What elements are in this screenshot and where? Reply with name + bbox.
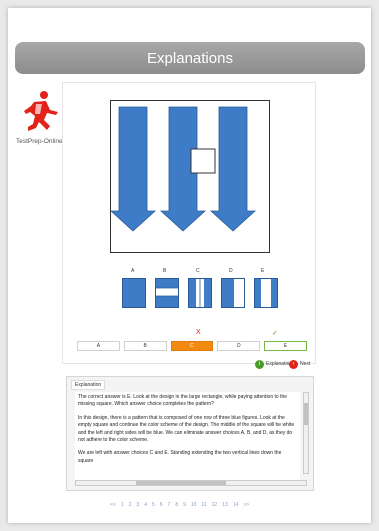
horizontal-scrollbar[interactable] [75,480,307,486]
explanation-paragraph: The correct answer is E. Look at the des… [78,394,288,408]
pager-page[interactable]: 1 [121,502,124,508]
answer-a[interactable]: A [77,341,120,351]
explanation-button[interactable]: i Explanation [255,358,292,370]
pager-prev[interactable]: << [110,502,116,508]
figure-arrow-left [109,106,157,232]
info-icon: i [255,359,264,369]
pager-page[interactable]: 3 [136,502,139,508]
pager-page[interactable]: 10 [191,502,197,508]
pager-page[interactable]: 4 [144,502,147,508]
explanation-tab[interactable]: Explanation [71,380,106,390]
correct-mark: ✓ [272,330,278,337]
explanation-panel: Explanation The correct answer is E. Loo… [66,376,314,491]
missing-square [190,148,216,174]
explanation-text: The correct answer is E. Look at the des… [75,392,300,482]
answer-b[interactable]: B [123,341,167,351]
choice-b[interactable] [155,278,179,308]
answer-row: A B C D E [77,341,307,351]
pagination: << 1 2 3 4 5 6 7 8 9 10 11 12 13 14 >> [110,502,249,508]
wrong-mark: X [196,329,201,336]
pager-page[interactable]: 12 [212,502,218,508]
arrow-right-icon: › [289,359,298,369]
answer-d[interactable]: D [217,341,261,351]
choice-c[interactable] [188,278,212,308]
runner-logo-icon [24,91,58,131]
pager-next[interactable]: >> [243,502,249,508]
choice-label-c: C [196,268,200,274]
explanation-paragraph: In this design, there is a pattern that … [78,414,295,444]
pager-page[interactable]: 5 [152,502,155,508]
question-area: A B C D E X ✓ A B C D E i Explanation › … [62,82,316,369]
next-button[interactable]: › Next [289,358,310,370]
brand-name: TestPrep-Online [16,138,63,145]
figure-arrow-right [209,106,257,232]
pager-page[interactable]: 8 [175,502,178,508]
answer-e-correct[interactable]: E [264,341,307,351]
pager-page[interactable]: 9 [183,502,186,508]
pager-page[interactable]: 6 [160,502,163,508]
pager-page[interactable]: 14 [233,502,239,508]
question-figure [109,100,270,253]
explanation-paragraph: We are left with answer choices C and E.… [78,450,282,464]
page-header: Explanations [15,42,365,74]
choice-label-e: E [261,268,265,274]
page-title: Explanations [147,49,233,67]
pager-page[interactable]: 2 [129,502,132,508]
next-button-label: Next [300,361,311,367]
vertical-scrollbar[interactable] [303,392,309,474]
choice-a[interactable] [122,278,146,308]
pager-page[interactable]: 11 [201,502,206,508]
choice-e[interactable] [254,278,278,308]
pager-page[interactable]: 13 [222,502,228,508]
choice-label-a: A [131,268,135,274]
choice-d[interactable] [221,278,245,308]
pager-page[interactable]: 7 [168,502,171,508]
choice-label-b: B [163,268,167,274]
answer-c-selected[interactable]: C [170,341,214,351]
choice-label-d: D [229,268,233,274]
